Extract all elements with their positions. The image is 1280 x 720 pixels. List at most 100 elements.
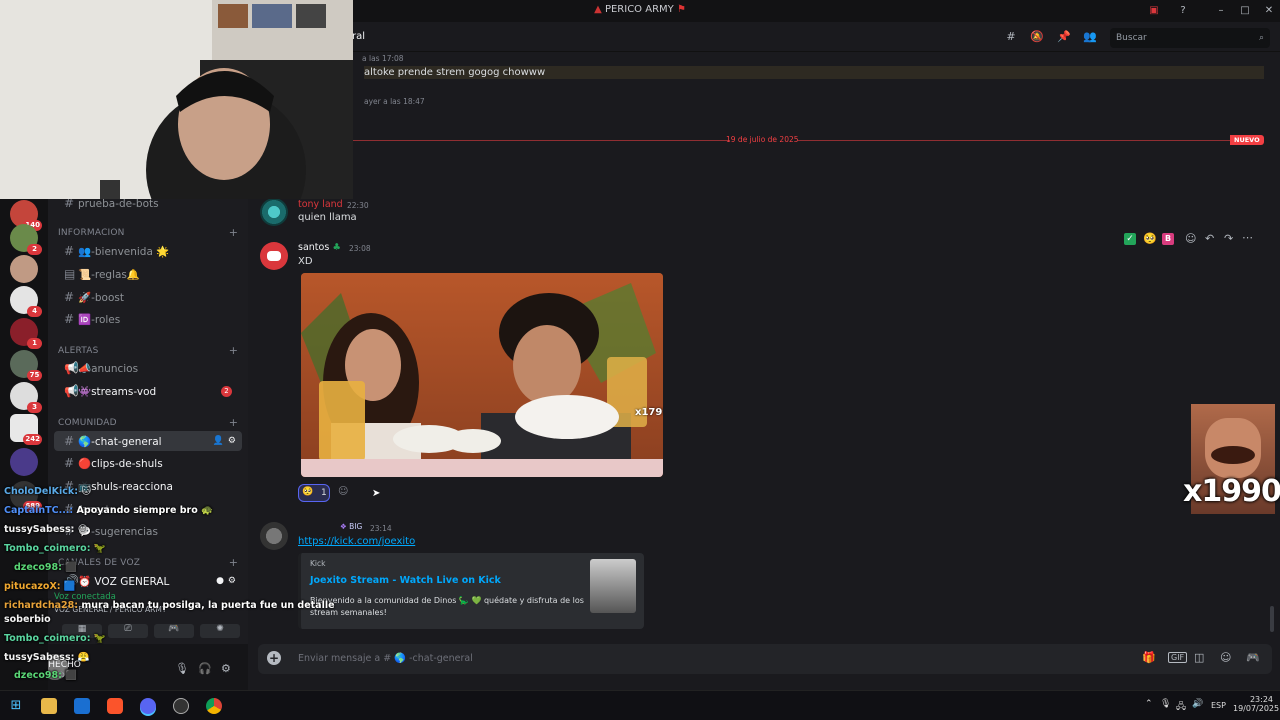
add-channel-icon[interactable]: +	[229, 226, 238, 239]
server-icon[interactable]: 1	[10, 318, 42, 349]
upload-plus-icon[interactable]: +	[267, 651, 281, 665]
pleading-emoji-icon: 🥺	[302, 487, 314, 497]
microphone-icon[interactable]: 🎙	[175, 662, 189, 675]
add-channel-icon[interactable]: +	[229, 344, 238, 357]
channel-clips-de-shuls[interactable]: # 🔴clips-de-shuls	[54, 453, 242, 473]
message-author[interactable]: tony land	[298, 199, 343, 210]
settings-gear-icon[interactable]: ⚙	[228, 431, 236, 451]
gift-icon[interactable]: 🎁	[1142, 651, 1156, 664]
invite-icon[interactable]: 👤	[213, 431, 224, 451]
channel-reglas[interactable]: ▤ 📜-reglas🔔	[54, 264, 242, 284]
channel-streams-vod[interactable]: 📢👾streams-vod 2	[54, 381, 242, 401]
category-alertas[interactable]: ALERTAS	[58, 346, 99, 356]
embed-title[interactable]: Joexito Stream - Watch Live on Kick	[310, 575, 501, 586]
chat-bubble-icon[interactable]: ●	[216, 571, 224, 591]
threads-icon[interactable]: #	[1004, 30, 1018, 44]
role-tag-text: BIG	[349, 522, 363, 531]
tray-chevron-icon[interactable]: ⌃	[1145, 699, 1153, 709]
brave-browser-icon[interactable]	[107, 698, 123, 714]
start-menu-icon[interactable]: ⊞	[8, 698, 24, 714]
more-icon[interactable]: ⋯	[1242, 231, 1253, 244]
emoji-reaction-icon[interactable]: 🥺	[1143, 232, 1157, 245]
help-icon[interactable]: ?	[1175, 3, 1191, 19]
image-attachment[interactable]: x1799	[301, 273, 663, 477]
channel-label: -reglas	[91, 269, 127, 281]
file-explorer-icon[interactable]	[41, 698, 57, 714]
stream-chat-line: tussySabess: 😍	[4, 524, 88, 535]
chat-header: ral # 🔕 📌 👥 Buscar ⌕	[250, 22, 1280, 52]
maximize-button[interactable]: □	[1237, 3, 1253, 19]
user-settings-gear-icon[interactable]: ⚙	[221, 662, 231, 675]
add-reaction-icon[interactable]: ☺	[1185, 232, 1196, 245]
message-author[interactable]: santos ♣	[298, 242, 341, 253]
message-composer[interactable]: + Enviar mensaje a # 🌎 -chat-general 🎁 G…	[258, 644, 1272, 674]
server-icon[interactable]: 3	[10, 382, 42, 413]
server-badge: 2	[27, 244, 42, 255]
channel-bienvenida[interactable]: # 👥-bienvenida 🌟	[54, 241, 242, 261]
obs-icon[interactable]	[173, 698, 189, 714]
channel-chat-general[interactable]: # 🌎-chat-general 👤 ⚙	[54, 431, 242, 451]
server-icon[interactable]: 2	[10, 224, 42, 255]
activities-button[interactable]: 🎮	[154, 624, 194, 638]
scrollbar-thumb[interactable]	[1270, 606, 1274, 632]
search-icon: ⌕	[1258, 33, 1264, 43]
minimize-button[interactable]: –	[1213, 3, 1229, 19]
channel-anuncios[interactable]: 📢📣anuncios	[54, 358, 242, 378]
server-icon[interactable]: 4	[10, 286, 42, 317]
add-channel-icon[interactable]: +	[229, 416, 238, 429]
channel-roles[interactable]: # 🆔-roles	[54, 309, 242, 329]
server-icon[interactable]	[10, 255, 38, 283]
stream-chat-line: Tombo_coimero: 🦖	[4, 543, 106, 554]
window-title-text: PERICO ARMY	[604, 4, 674, 15]
unread-badge: 2	[221, 386, 232, 397]
meme-mouth	[1211, 446, 1255, 464]
close-button[interactable]: ✕	[1261, 3, 1277, 19]
network-icon[interactable]: 🖧	[1176, 699, 1186, 715]
screen-share-button[interactable]: ⎚	[108, 624, 148, 638]
search-input[interactable]: Buscar ⌕	[1110, 28, 1270, 48]
reply-icon[interactable]: ↶	[1205, 232, 1214, 245]
add-channel-icon[interactable]: +	[229, 556, 238, 569]
chat-username: dzeco98:	[14, 670, 62, 681]
clock[interactable]: 23:24 19/07/2025	[1233, 695, 1279, 713]
tray-mic-icon[interactable]: 🎙	[1160, 699, 1171, 709]
embed-thumbnail[interactable]	[590, 559, 636, 613]
chrome-icon[interactable]	[206, 698, 222, 714]
soundboard-button[interactable]: ✺	[200, 624, 240, 638]
notification-bell-icon[interactable]: 🔕	[1030, 30, 1044, 44]
channel-voz-general[interactable]: 🔊⏰ VOZ GENERAL ● ⚙	[54, 571, 242, 591]
volume-icon[interactable]: 🔊	[1192, 699, 1203, 709]
channel-boost[interactable]: # 🚀-boost	[54, 287, 242, 307]
server-icon[interactable]: 75	[10, 350, 42, 381]
add-reaction-button[interactable]: ☺	[338, 486, 354, 500]
server-icon[interactable]	[10, 448, 38, 476]
server-badge: 1	[27, 338, 42, 349]
category-comunidad[interactable]: COMUNIDAD	[58, 418, 117, 428]
reaction-chip[interactable]: 🥺 1	[298, 484, 330, 502]
inbox-icon[interactable]: ▣	[1146, 3, 1162, 19]
store-icon[interactable]	[74, 698, 90, 714]
forward-icon[interactable]: ↷	[1224, 232, 1233, 245]
stream-chat-line: CaptainTC...: Apoyando siempre bro 🐢	[4, 505, 213, 516]
gif-icon[interactable]: GIF	[1168, 652, 1188, 663]
category-informacion[interactable]: INFORMACION	[58, 228, 125, 238]
check-reaction-icon[interactable]: ✓	[1124, 233, 1136, 245]
server-icon[interactable]: 242	[10, 414, 42, 445]
settings-gear-icon[interactable]: ⚙	[228, 571, 236, 591]
emoji-icon[interactable]: ☺	[1220, 651, 1231, 664]
member-list-icon[interactable]: 👥	[1083, 30, 1097, 44]
avatar[interactable]	[260, 522, 288, 550]
discord-icon[interactable]	[140, 698, 156, 714]
activity-icon[interactable]: 🎮	[1246, 651, 1260, 664]
server-badge: 3	[27, 402, 42, 413]
avatar[interactable]	[260, 242, 288, 270]
language-indicator[interactable]: ESP	[1211, 701, 1226, 710]
pin-icon[interactable]: 📌	[1057, 30, 1071, 44]
message-text: quien llama	[298, 212, 357, 223]
b-reaction-icon[interactable]: B	[1162, 233, 1174, 245]
headphones-icon[interactable]: 🎧	[198, 662, 212, 675]
channel-label: anuncios	[91, 363, 139, 375]
message-link[interactable]: https://kick.com/joexito	[298, 536, 415, 547]
sticker-icon[interactable]: ◫	[1194, 651, 1204, 664]
avatar[interactable]	[260, 198, 288, 226]
